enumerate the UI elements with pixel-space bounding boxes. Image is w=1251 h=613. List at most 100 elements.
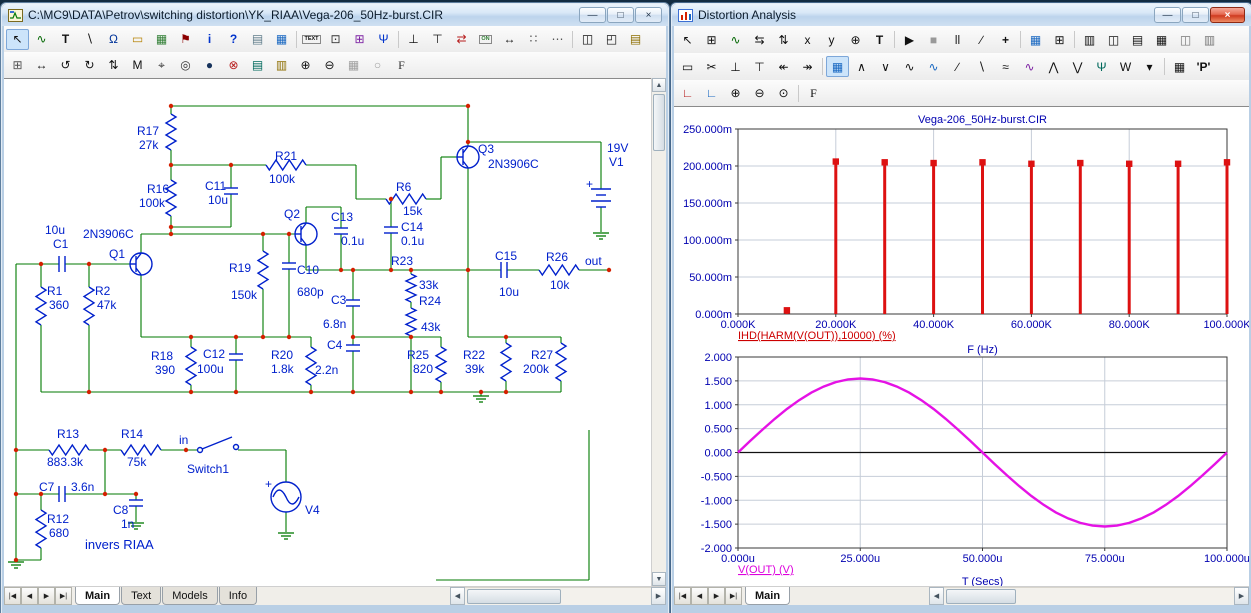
capacitor-symbol[interactable] xyxy=(129,500,143,506)
last-page-button[interactable]: ▶| xyxy=(725,587,742,605)
zoom-in-button[interactable]: ⊕ xyxy=(294,55,317,76)
tab-main[interactable]: Main xyxy=(75,587,120,605)
p-key-marker-button[interactable]: 'P' xyxy=(1192,56,1215,77)
capacitor-symbol[interactable] xyxy=(59,486,65,502)
measure-vertical-button[interactable]: ⇅ xyxy=(772,29,795,50)
border-box-button[interactable]: ⊞ xyxy=(348,29,371,50)
file-browser-button[interactable]: ▤ xyxy=(624,29,647,50)
region-box-button[interactable]: ⊡ xyxy=(324,29,347,50)
scale-x-axis-button[interactable]: ∟ xyxy=(676,83,699,104)
on-off-toggle-button[interactable]: ON xyxy=(474,29,497,50)
scroll-up-button[interactable]: ▲ xyxy=(652,78,666,92)
select-region-button[interactable]: ▭ xyxy=(676,56,699,77)
resistor-symbol[interactable] xyxy=(258,251,268,289)
numeric-output-button[interactable]: ▦ xyxy=(1168,56,1191,77)
waveform-probe-button[interactable]: ∿ xyxy=(724,29,747,50)
tab-info[interactable]: Info xyxy=(219,587,257,605)
grid-toggle-button[interactable]: ⊞ xyxy=(1048,29,1071,50)
psi-wave-button[interactable]: Ψ xyxy=(1090,56,1113,77)
tab-main[interactable]: Main xyxy=(745,587,790,605)
scale-y-axis-button[interactable]: ∟ xyxy=(700,83,723,104)
paste-clipboard-button[interactable]: ▥ xyxy=(270,55,293,76)
zoom-in-button[interactable]: ⊕ xyxy=(724,83,747,104)
resistor-symbol[interactable] xyxy=(539,265,579,275)
next-page-button[interactable]: ▶ xyxy=(708,587,725,605)
hscroll-thumb[interactable] xyxy=(946,589,1016,604)
stop-analysis-button[interactable]: ■ xyxy=(922,29,945,50)
capacitor-symbol[interactable] xyxy=(59,256,65,272)
switch-symbol[interactable] xyxy=(198,437,239,453)
error-marker-button[interactable]: ⊗ xyxy=(222,55,245,76)
go-last-point-button[interactable]: ↠ xyxy=(796,56,819,77)
wave-low-button[interactable]: ∿ xyxy=(898,56,921,77)
wire-mode-button[interactable]: ∿ xyxy=(30,29,53,50)
minimize-button[interactable]: — xyxy=(1154,7,1181,23)
wave-mixed-button[interactable]: ∿ xyxy=(1018,56,1041,77)
zoom-out-button[interactable]: ⊖ xyxy=(748,83,771,104)
last-page-button[interactable]: ▶| xyxy=(55,587,72,605)
grid-dots-button[interactable]: ∷ xyxy=(522,29,545,50)
wave-approx-button[interactable]: ≈ xyxy=(994,56,1017,77)
capacitor-symbol[interactable] xyxy=(501,262,507,278)
capacitor-symbol[interactable] xyxy=(346,300,360,306)
resistor-symbol[interactable] xyxy=(501,343,511,381)
capacitor-symbol[interactable] xyxy=(229,354,243,360)
component-mode-button[interactable]: Ω xyxy=(102,29,125,50)
tag-y-value-button[interactable]: y xyxy=(820,29,843,50)
select-band-button[interactable]: ▦ xyxy=(826,56,849,77)
slope-up-button[interactable]: ∕ xyxy=(946,56,969,77)
resistor-symbol[interactable] xyxy=(436,347,446,382)
web-globe-button[interactable]: ○ xyxy=(366,55,389,76)
picture-tool-button[interactable]: ▦ xyxy=(270,29,293,50)
transistor-symbol[interactable] xyxy=(295,223,317,245)
first-page-button[interactable]: |◀ xyxy=(674,587,691,605)
schematic-vscrollbar[interactable]: ▲ ▼ xyxy=(651,78,666,586)
global-max-button[interactable]: ⋀ xyxy=(1042,56,1065,77)
select-mode-button[interactable]: ↖ xyxy=(6,29,29,50)
copy-clipboard-button[interactable]: ▤ xyxy=(246,55,269,76)
analysis-titlebar[interactable]: Distortion Analysis — □ × xyxy=(672,4,1251,26)
resistor-symbol[interactable] xyxy=(121,445,161,455)
maximize-button[interactable]: □ xyxy=(1182,7,1209,23)
rectangle-mode-button[interactable]: ▭ xyxy=(126,29,149,50)
peak-marker-button[interactable]: ∧ xyxy=(850,56,873,77)
split-window-button[interactable]: ◫ xyxy=(576,29,599,50)
tag-x-value-button[interactable]: x xyxy=(796,29,819,50)
info-bubble-button[interactable]: ● xyxy=(198,55,221,76)
layout-right-button[interactable]: ▥ xyxy=(1198,29,1221,50)
select-mode-button[interactable]: ↖ xyxy=(676,29,699,50)
mirror-horizontal-button[interactable]: M xyxy=(126,55,149,76)
close-button[interactable]: × xyxy=(1210,7,1245,23)
capacitor-symbol[interactable] xyxy=(384,227,398,233)
battery-symbol[interactable] xyxy=(591,189,611,207)
text-stamp-button[interactable]: TEXT xyxy=(300,29,323,50)
resistor-symbol[interactable] xyxy=(166,114,176,150)
layout-rows-button[interactable]: ▤ xyxy=(1126,29,1149,50)
font-select-button[interactable]: F xyxy=(802,83,825,104)
scroll-right-button[interactable]: ▶ xyxy=(1234,587,1249,605)
font-select-button[interactable]: F xyxy=(390,55,413,76)
schematic-hscrollbar[interactable]: ◀ ▶ xyxy=(450,587,666,605)
first-page-button[interactable]: |◀ xyxy=(4,587,21,605)
cursor-tool-button[interactable]: + xyxy=(994,29,1017,50)
measure-horizontal-button[interactable]: ⇆ xyxy=(748,29,771,50)
scroll-right-button[interactable]: ▶ xyxy=(651,587,666,605)
clip-wave-button[interactable]: ✂ xyxy=(700,56,723,77)
maximize-button[interactable]: □ xyxy=(607,7,634,23)
layout-horizontal-button[interactable]: ▥ xyxy=(1078,29,1101,50)
run-analysis-button[interactable]: ▶ xyxy=(898,29,921,50)
wave-high-button[interactable]: ∿ xyxy=(922,56,945,77)
schematic-titlebar[interactable]: C:\MC9\DATA\Petrov\switching distortion\… xyxy=(2,4,668,26)
find-parts-button[interactable]: ⌖ xyxy=(150,55,173,76)
component-picker-button[interactable]: ⊞ xyxy=(700,29,723,50)
resistor-symbol[interactable] xyxy=(186,347,196,385)
w-wave-button[interactable]: W xyxy=(1114,56,1137,77)
zoom-region-button[interactable]: ◰ xyxy=(600,29,623,50)
info-mode-button[interactable]: i xyxy=(198,29,221,50)
schematic-canvas[interactable]: R1727kR16100kC1110uR21100kQ32N3906C19VV1… xyxy=(4,78,653,587)
hscroll-track[interactable] xyxy=(944,587,1234,605)
flag-mode-button[interactable]: ⚑ xyxy=(174,29,197,50)
tab-text[interactable]: Text xyxy=(121,587,161,605)
send-back-button[interactable]: ⊥ xyxy=(402,29,425,50)
resistor-symbol[interactable] xyxy=(556,343,566,381)
